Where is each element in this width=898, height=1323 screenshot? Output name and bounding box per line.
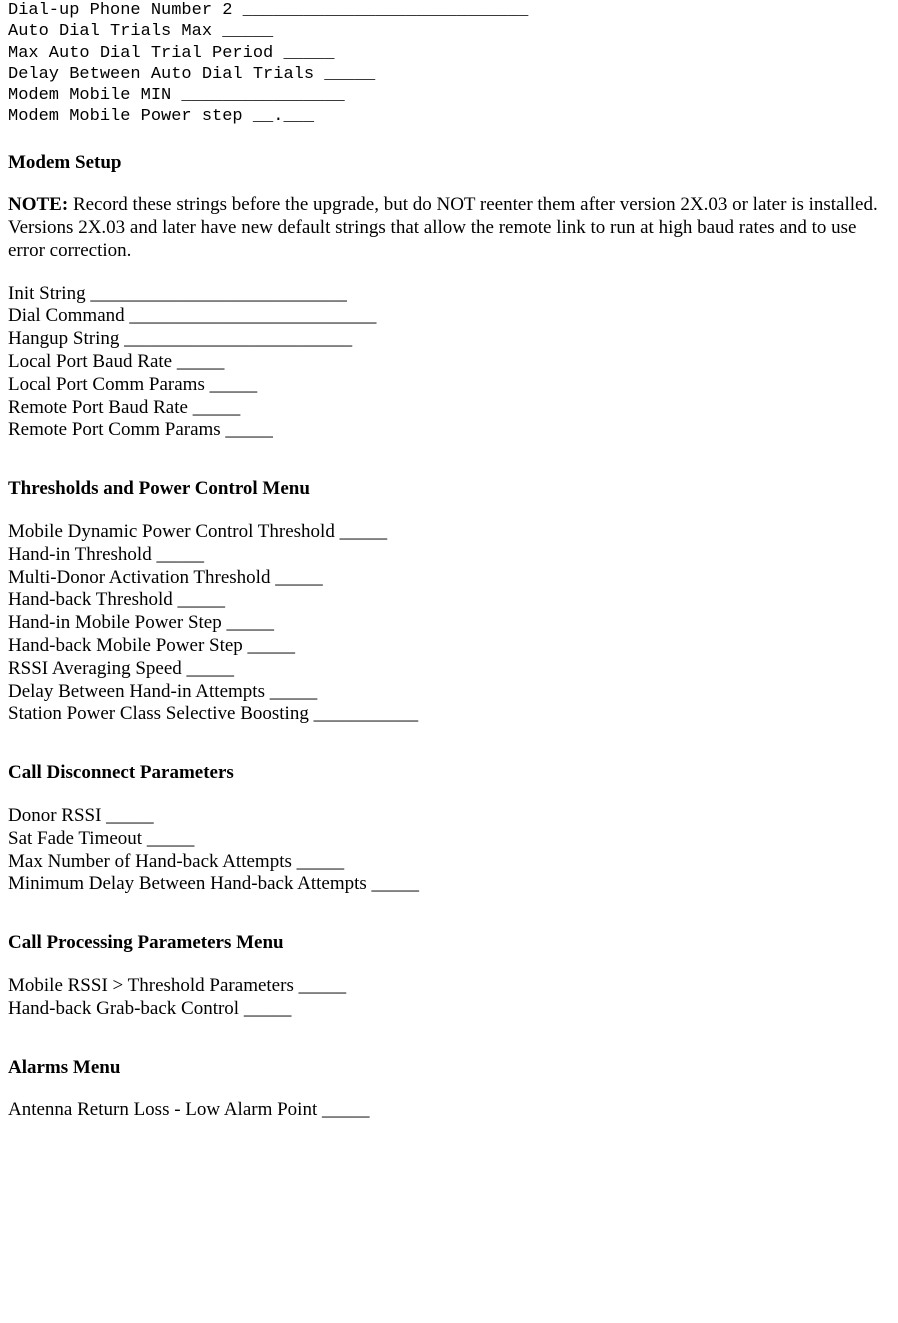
field-line: Antenna Return Loss - Low Alarm Point __… (8, 1099, 890, 1122)
field-line: Sat Fade Timeout _____ (8, 828, 890, 851)
field-line: Modem Mobile Power step __.___ (8, 106, 890, 127)
field-line: Hand-in Threshold _____ (8, 544, 890, 567)
modem-setup-fields: Init String ___________________________ … (8, 283, 890, 443)
field-line: Hangup String ________________________ (8, 328, 890, 351)
field-line: Modem Mobile MIN ________________ (8, 85, 890, 106)
field-line: Remote Port Comm Params _____ (8, 419, 890, 442)
field-line: Delay Between Auto Dial Trials _____ (8, 64, 890, 85)
field-line: Local Port Baud Rate _____ (8, 351, 890, 374)
field-line: Delay Between Hand-in Attempts _____ (8, 681, 890, 704)
section-title-thresholds: Thresholds and Power Control Menu (8, 478, 890, 501)
field-line: Hand-in Mobile Power Step _____ (8, 612, 890, 635)
field-line: Dial-up Phone Number 2 _________________… (8, 0, 890, 21)
field-line: Minimum Delay Between Hand-back Attempts… (8, 873, 890, 896)
field-line: Mobile Dynamic Power Control Threshold _… (8, 521, 890, 544)
mono-field-block: Dial-up Phone Number 2 _________________… (8, 0, 890, 128)
field-line: Hand-back Threshold _____ (8, 589, 890, 612)
section-title-modem-setup: Modem Setup (8, 152, 890, 175)
alarms-fields: Antenna Return Loss - Low Alarm Point __… (8, 1099, 890, 1122)
field-line: Hand-back Grab-back Control _____ (8, 998, 890, 1021)
note-label: NOTE: (8, 194, 68, 215)
section-title-call-disconnect: Call Disconnect Parameters (8, 762, 890, 785)
field-line: Auto Dial Trials Max _____ (8, 21, 890, 42)
field-line: Donor RSSI _____ (8, 805, 890, 828)
field-line: Dial Command __________________________ (8, 305, 890, 328)
section-title-call-processing: Call Processing Parameters Menu (8, 932, 890, 955)
field-line: RSSI Averaging Speed _____ (8, 658, 890, 681)
field-line: Hand-back Mobile Power Step _____ (8, 635, 890, 658)
call-processing-fields: Mobile RSSI > Threshold Parameters _____… (8, 975, 890, 1021)
field-line: Init String ___________________________ (8, 283, 890, 306)
field-line: Remote Port Baud Rate _____ (8, 397, 890, 420)
field-line: Station Power Class Selective Boosting _… (8, 703, 890, 726)
field-line: Local Port Comm Params _____ (8, 374, 890, 397)
field-line: Multi-Donor Activation Threshold _____ (8, 567, 890, 590)
call-disconnect-fields: Donor RSSI _____ Sat Fade Timeout _____ … (8, 805, 890, 896)
field-line: Max Number of Hand-back Attempts _____ (8, 851, 890, 874)
note-paragraph: NOTE: Record these strings before the up… (8, 194, 890, 262)
field-line: Max Auto Dial Trial Period _____ (8, 43, 890, 64)
thresholds-fields: Mobile Dynamic Power Control Threshold _… (8, 521, 890, 726)
field-line: Mobile RSSI > Threshold Parameters _____ (8, 975, 890, 998)
note-body: Record these strings before the upgrade,… (8, 194, 878, 261)
section-title-alarms: Alarms Menu (8, 1057, 890, 1080)
